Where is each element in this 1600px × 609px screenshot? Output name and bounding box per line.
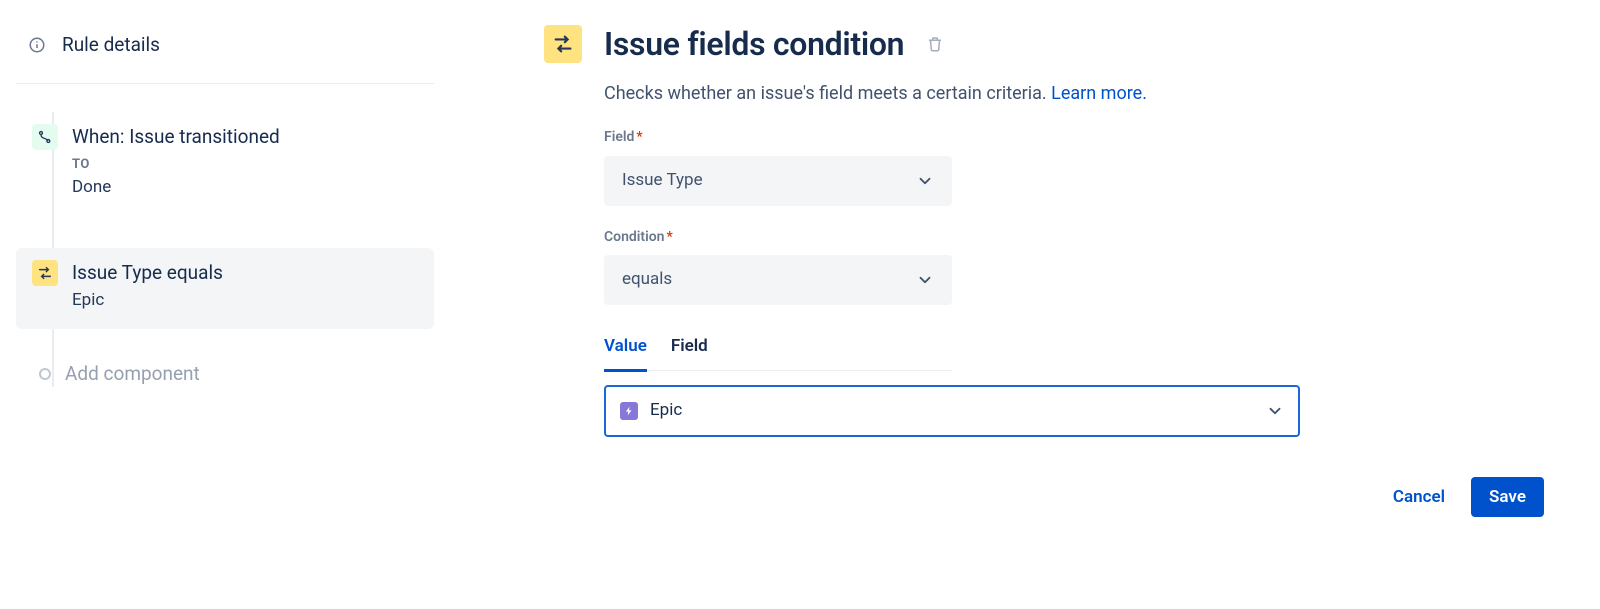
condition-label: Condition* — [604, 228, 1544, 248]
trigger-to-value: Done — [72, 176, 280, 200]
add-dot-icon — [39, 368, 51, 380]
rule-details-row[interactable]: Rule details — [16, 32, 434, 84]
add-component[interactable]: Add component — [16, 361, 434, 388]
condition-step-sub: Epic — [72, 289, 223, 313]
condition-group: Condition* equals — [604, 228, 1544, 306]
info-icon — [28, 36, 46, 54]
cancel-button[interactable]: Cancel — [1389, 479, 1449, 515]
trigger-step[interactable]: When: Issue transitioned TO Done — [16, 112, 434, 217]
add-component-label: Add component — [65, 361, 200, 388]
value-select[interactable]: Epic — [604, 385, 1300, 437]
trigger-icon — [32, 124, 58, 150]
page-title: Issue fields condition — [604, 22, 904, 67]
description-text: Checks whether an issue's field meets a … — [604, 83, 1047, 104]
trigger-to-label: TO — [72, 156, 280, 174]
tab-value[interactable]: Value — [604, 335, 647, 372]
rule-sidebar: Rule details When: Issue transitioned TO… — [16, 20, 434, 387]
rule-details-label: Rule details — [62, 32, 160, 59]
main-panel: Issue fields condition Checks whether an… — [544, 20, 1544, 517]
chevron-down-icon — [916, 271, 934, 289]
field-select[interactable]: Issue Type — [604, 156, 952, 206]
title-icon — [544, 25, 582, 63]
save-button[interactable]: Save — [1471, 477, 1544, 517]
condition-step-title: Issue Type equals — [72, 260, 223, 287]
description-row: Checks whether an issue's field meets a … — [604, 81, 1544, 106]
field-select-value: Issue Type — [622, 169, 703, 193]
trash-icon[interactable] — [926, 35, 944, 53]
tab-field[interactable]: Field — [671, 335, 708, 370]
value-field-tabs: Value Field — [604, 335, 952, 371]
learn-more-link[interactable]: Learn more. — [1051, 83, 1147, 104]
condition-icon — [32, 260, 58, 286]
condition-select-value: equals — [622, 268, 672, 292]
condition-step[interactable]: Issue Type equals Epic — [16, 248, 434, 328]
footer-actions: Cancel Save — [604, 477, 1544, 517]
value-select-text: Epic — [650, 399, 682, 423]
chevron-down-icon — [916, 172, 934, 190]
chevron-down-icon — [1266, 402, 1284, 420]
field-label: Field* — [604, 128, 1544, 148]
field-group: Field* Issue Type — [604, 128, 1544, 206]
condition-select[interactable]: equals — [604, 255, 952, 305]
epic-icon — [620, 402, 638, 420]
trigger-title: When: Issue transitioned — [72, 124, 280, 151]
